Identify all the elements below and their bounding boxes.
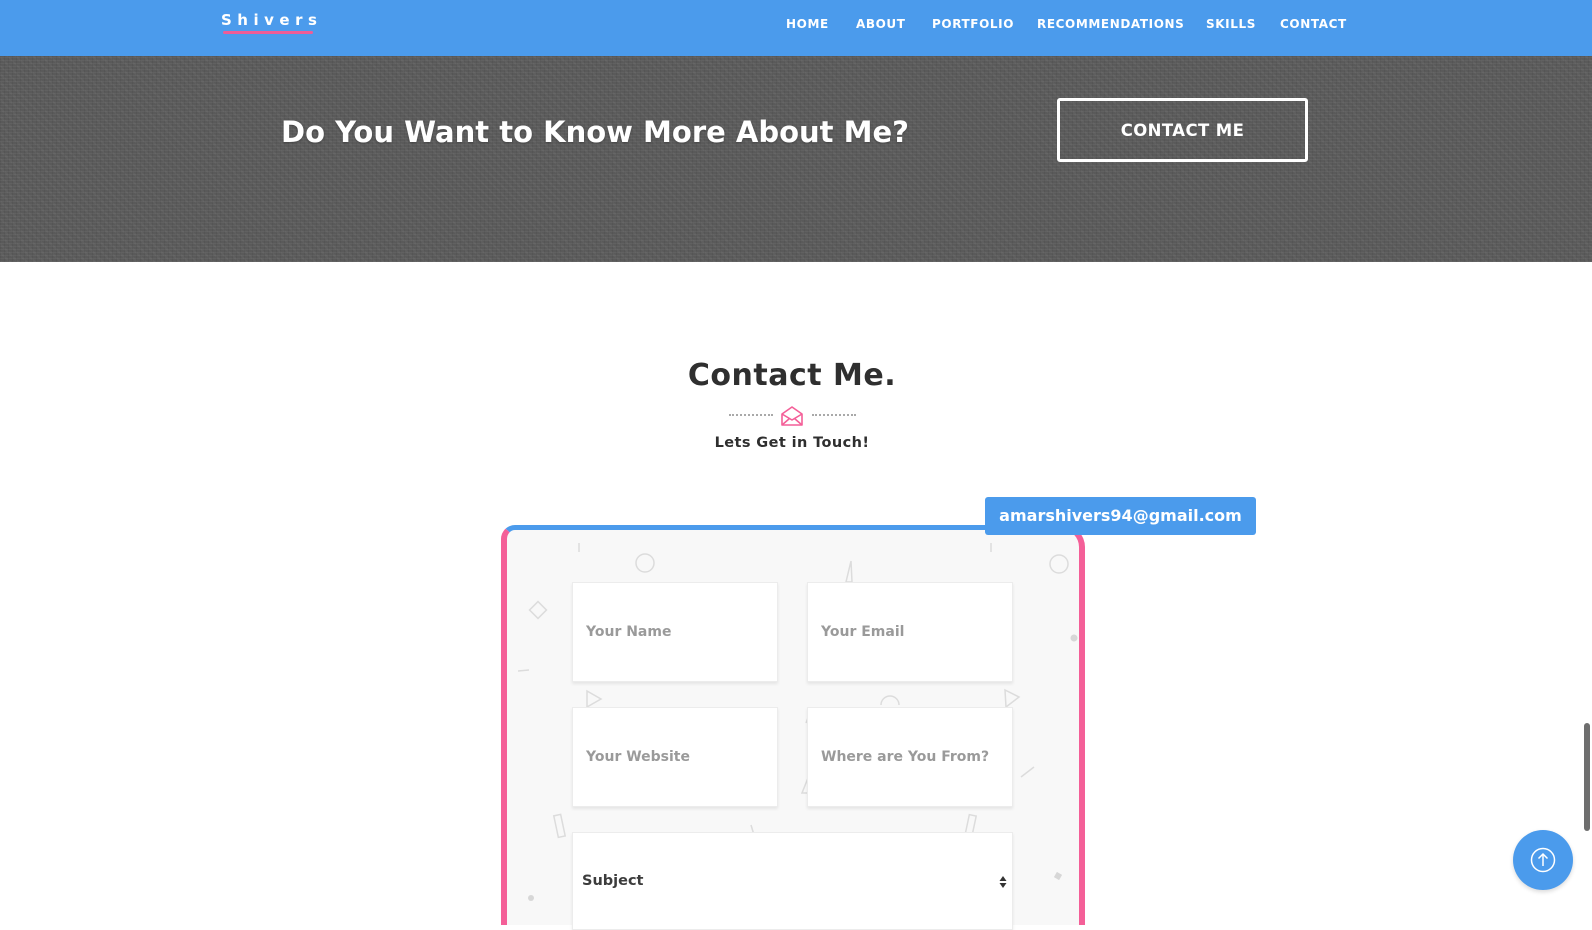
select-arrows-icon <box>999 876 1007 888</box>
arrow-up-circle-icon <box>1530 847 1556 873</box>
divider-left <box>729 414 773 416</box>
email-input[interactable] <box>807 582 1013 682</box>
website-input[interactable] <box>572 707 778 807</box>
location-input[interactable] <box>807 707 1013 807</box>
brand-logo[interactable]: Shivers <box>221 11 317 29</box>
subject-select[interactable]: Subject <box>572 832 1013 930</box>
hero-banner <box>0 56 1592 262</box>
hero-title: Do You Want to Know More About Me? <box>281 115 909 149</box>
nav-recommendations[interactable]: RECOMMENDATIONS <box>1037 16 1184 32</box>
divider-right <box>812 414 856 416</box>
brand-underline <box>223 31 313 34</box>
scrollbar-thumb[interactable] <box>1584 723 1590 831</box>
email-badge[interactable]: amarshivers94@gmail.com <box>985 497 1256 535</box>
nav-home[interactable]: HOME <box>786 16 829 32</box>
nav-contact[interactable]: CONTACT <box>1280 16 1347 32</box>
scroll-to-top-button[interactable] <box>1513 830 1573 890</box>
nav-portfolio[interactable]: PORTFOLIO <box>932 16 1014 32</box>
contact-me-button[interactable]: CONTACT ME <box>1057 98 1308 162</box>
navbar: Shivers HOME ABOUT PORTFOLIO RECOMMENDAT… <box>0 0 1592 56</box>
name-input[interactable] <box>572 582 778 682</box>
nav-about[interactable]: ABOUT <box>856 16 906 32</box>
envelope-open-icon <box>781 406 803 426</box>
section-subtitle: Lets Get in Touch! <box>714 435 870 451</box>
section-title: Contact Me. <box>687 358 897 393</box>
subject-select-value: Subject <box>582 873 644 889</box>
nav-skills[interactable]: SKILLS <box>1206 16 1256 32</box>
